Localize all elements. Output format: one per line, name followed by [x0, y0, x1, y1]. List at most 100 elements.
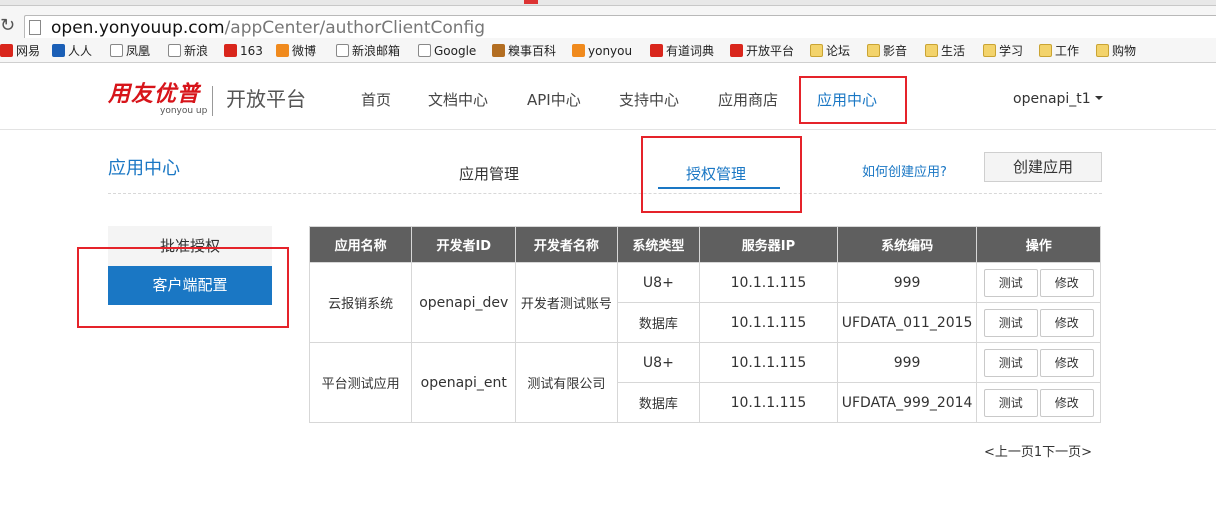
bookmark-yonyou[interactable]: yonyou [572, 42, 632, 60]
pagination[interactable]: <上一页1下一页> [984, 444, 1092, 462]
page-icon [336, 44, 349, 57]
dev-name-cell: 测试有限公司 [515, 342, 618, 423]
test-button[interactable]: 测试 [983, 348, 1038, 377]
bookmark-wangyi[interactable]: 网易 [0, 42, 40, 60]
nav-home[interactable]: 首页 [361, 90, 391, 110]
system-code-cell: 999 [836, 342, 978, 383]
actions-cell: 测试 修改 [976, 262, 1101, 303]
page-icon [110, 44, 123, 57]
bookmark-folder-luntan[interactable]: 论坛 [810, 42, 850, 60]
bookmark-folder-gongzuo[interactable]: 工作 [1039, 42, 1079, 60]
system-type-cell: U8+ [616, 262, 701, 303]
bookmark-label: 影音 [883, 44, 908, 58]
test-button[interactable]: 测试 [983, 388, 1038, 417]
url-host: open.yonyouup.com [51, 18, 225, 38]
edit-button[interactable]: 修改 [1039, 348, 1094, 377]
bookmark-icon [650, 44, 663, 57]
bookmark-weibo[interactable]: 微博 [276, 42, 316, 60]
bookmark-label: 有道词典 [666, 44, 715, 58]
bookmark-label: 163 [240, 44, 263, 58]
bookmark-icon [276, 44, 289, 57]
user-menu[interactable]: openapi_t1 [1013, 89, 1103, 109]
tab-favicon [524, 0, 538, 4]
url-bar[interactable]: open.yonyouup.com/appCenter/authorClient… [24, 15, 1216, 40]
server-ip-cell: 10.1.1.115 [699, 302, 838, 343]
system-type-cell: U8+ [616, 342, 701, 383]
bookmark-label: 凤凰 [126, 44, 151, 58]
page: ↻ open.yonyouup.com/appCenter/authorClie… [0, 0, 1216, 518]
test-button[interactable]: 测试 [983, 308, 1038, 337]
annotation-box [77, 247, 289, 328]
app-name-cell: 平台测试应用 [308, 342, 413, 423]
bookmark-icon [0, 44, 13, 57]
system-code-cell: UFDATA_999_2014 [836, 382, 978, 423]
test-button[interactable]: 测试 [983, 268, 1038, 297]
bookmark-folder-gouwu[interactable]: 购物 [1096, 42, 1136, 60]
create-app-button[interactable]: 创建应用 [984, 152, 1102, 182]
bookmark-icon [52, 44, 65, 57]
annotation-box [641, 136, 802, 213]
server-ip-cell: 10.1.1.115 [699, 262, 838, 303]
site-header: 用友优普 yonyou up 开放平台 首页 文档中心 API中心 支持中心 应… [0, 64, 1216, 130]
column-header: 开发者名称 [515, 226, 618, 263]
bookmark-label: 糗事百科 [508, 44, 557, 58]
bookmark-label: 学习 [999, 44, 1024, 58]
annotation-box [799, 76, 907, 124]
folder-icon [1039, 44, 1052, 57]
column-header: 操作 [976, 226, 1101, 263]
help-link[interactable]: 如何创建应用? [862, 164, 947, 182]
bookmark-sina-mail[interactable]: 新浪邮箱 [336, 42, 400, 60]
edit-button[interactable]: 修改 [1039, 308, 1094, 337]
platform-title: 开放平台 [226, 87, 306, 111]
folder-icon [867, 44, 880, 57]
bookmark-label: yonyou [588, 44, 633, 58]
divider [108, 193, 1102, 194]
chevron-down-icon [1094, 96, 1103, 100]
server-ip-cell: 10.1.1.115 [699, 382, 838, 423]
section-title: 应用中心 [108, 158, 180, 179]
reload-icon[interactable]: ↻ [0, 15, 15, 37]
edit-button[interactable]: 修改 [1039, 388, 1094, 417]
system-type-cell: 数据库 [616, 382, 701, 423]
bookmark-label: 微博 [292, 44, 317, 58]
server-ip-cell: 10.1.1.115 [699, 342, 838, 383]
edit-button[interactable]: 修改 [1039, 268, 1094, 297]
bookmark-label: 开放平台 [746, 44, 795, 58]
dev-id-cell: openapi_dev [411, 262, 517, 343]
bookmark-sina[interactable]: 新浪 [168, 42, 208, 60]
table-header-row: 应用名称 开发者ID 开发者名称 系统类型 服务器IP 系统编码 操作 [308, 226, 1101, 263]
app-name-cell: 云报销系统 [308, 262, 413, 343]
logo-subtext: yonyou up [160, 106, 208, 116]
column-header: 应用名称 [308, 226, 413, 263]
bookmark-folder-yingyin[interactable]: 影音 [867, 42, 907, 60]
actions-cell: 测试 修改 [976, 342, 1101, 383]
bookmark-open-platform[interactable]: 开放平台 [730, 42, 794, 60]
column-header: 系统编码 [836, 226, 978, 263]
column-header: 开发者ID [411, 226, 517, 263]
bookmark-folder-xuexi[interactable]: 学习 [983, 42, 1023, 60]
nav-store[interactable]: 应用商店 [718, 90, 778, 110]
bookmark-youdao[interactable]: 有道词典 [650, 42, 714, 60]
bookmark-qiushi[interactable]: 糗事百科 [492, 42, 556, 60]
nav-support[interactable]: 支持中心 [619, 90, 679, 110]
url-text: open.yonyouup.com/appCenter/authorClient… [51, 17, 485, 39]
nav-api[interactable]: API中心 [527, 90, 581, 110]
bookmark-icon [492, 44, 505, 57]
table-row: 平台测试应用 openapi_ent 测试有限公司 U8+ 10.1.1.115… [308, 342, 1101, 423]
tab-app-management[interactable]: 应用管理 [459, 164, 519, 184]
username: openapi_t1 [1013, 91, 1091, 107]
bookmark-label: 工作 [1055, 44, 1080, 58]
bookmark-fenghuang[interactable]: 凤凰 [110, 42, 150, 60]
page-icon [168, 44, 181, 57]
bookmark-icon [224, 44, 237, 57]
bookmark-folder-shenghuo[interactable]: 生活 [925, 42, 965, 60]
dev-name-cell: 开发者测试账号 [515, 262, 618, 343]
bookmark-label: 网易 [16, 44, 41, 58]
nav-docs[interactable]: 文档中心 [428, 90, 488, 110]
logo[interactable]: 用友优普 yonyou up [108, 84, 208, 118]
folder-icon [925, 44, 938, 57]
table-row: 云报销系统 openapi_dev 开发者测试账号 U8+ 10.1.1.115… [308, 262, 1101, 343]
bookmark-google[interactable]: Google [418, 42, 476, 60]
bookmark-renren[interactable]: 人人 [52, 42, 92, 60]
bookmark-163[interactable]: 163 [224, 42, 263, 60]
